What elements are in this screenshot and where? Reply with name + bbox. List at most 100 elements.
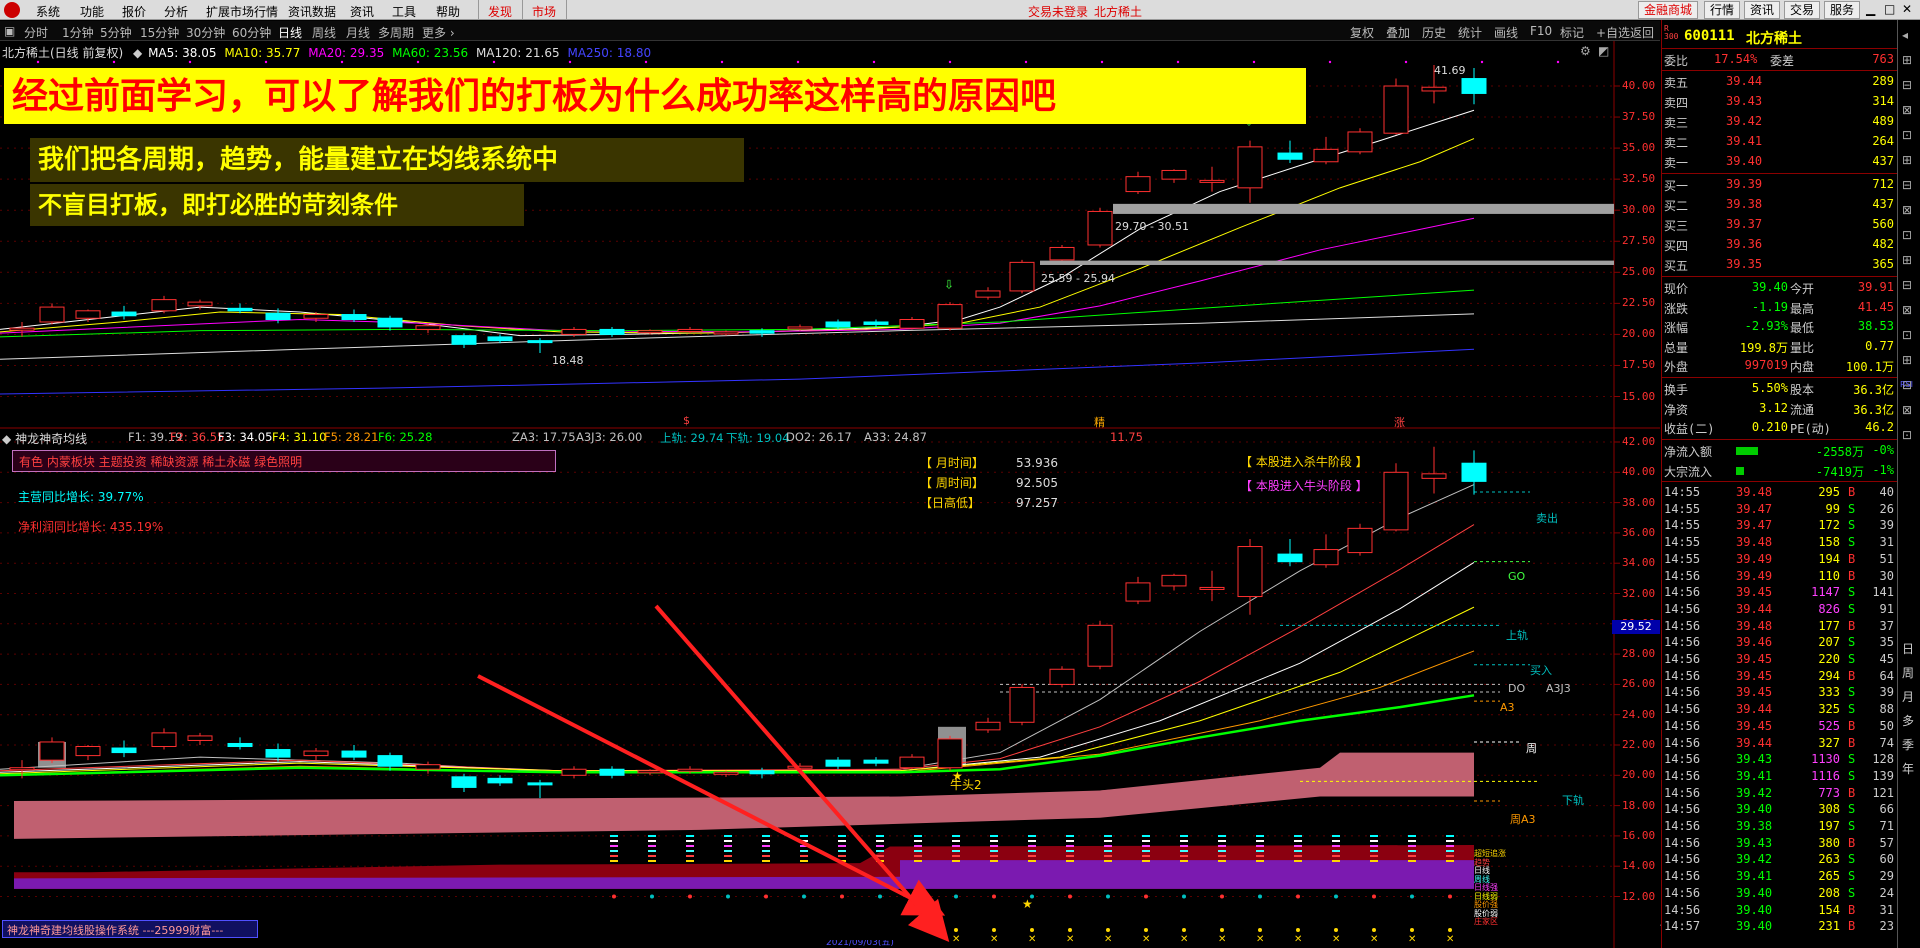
tick-price: 39.47 [1736, 501, 1773, 516]
signal-dot [1258, 928, 1262, 932]
stat-label: 换手 [1664, 383, 1689, 397]
period-30min[interactable]: 30分钟 [186, 24, 225, 41]
sidebar-period-4[interactable]: 季 [1902, 736, 1914, 753]
maximize-icon[interactable]: □ [1884, 2, 1895, 16]
tick-row: 14:55 39.47 172 S 39 [1662, 517, 1898, 534]
chart-settings-icon[interactable]: ⚙ [1580, 44, 1591, 58]
period-1min[interactable]: 1分钟 [62, 24, 94, 41]
menu-extended-market[interactable]: 扩展市场行情 [206, 3, 278, 20]
tick-row: 14:55 39.48 295 B 40 [1662, 484, 1898, 501]
sidebar-tool-icon[interactable]: ⊞ [1902, 53, 1912, 67]
btn-add-watchlist[interactable]: +自选 [1596, 24, 1630, 41]
sidebar-tool-icon[interactable]: ◂ [1902, 28, 1908, 42]
period-multi[interactable]: 多周期 [378, 24, 414, 41]
ma-toggle-icon[interactable]: ◆ [133, 46, 142, 60]
sidebar-tool-icon[interactable]: ⊞ [1902, 153, 1912, 167]
tick-volume: 1130 [1811, 752, 1840, 767]
close-icon[interactable]: ✕ [1902, 2, 1912, 16]
period-60min[interactable]: 60分钟 [232, 24, 271, 41]
btn-mark[interactable]: 标记 [1560, 24, 1584, 41]
sidebar-tool-icon[interactable]: ⊡ [1902, 428, 1912, 442]
sidebar-tool-icon[interactable]: ⊞ [1902, 353, 1912, 367]
tick-volume: 158 [1818, 535, 1840, 550]
period-more[interactable]: 更多 › [422, 24, 455, 41]
tick-time: 14:56 [1664, 601, 1701, 616]
sidebar-tool-icon[interactable]: ⊡ [1902, 128, 1912, 142]
sidebar-period-2[interactable]: 月 [1902, 688, 1914, 705]
signal-dot [1296, 928, 1300, 932]
menu-market[interactable]: 市场 [532, 3, 556, 20]
tick-side: S [1848, 802, 1856, 817]
sidebar-tool-icon[interactable]: ⊡ [1902, 228, 1912, 242]
period-intraday[interactable]: 分时 [24, 24, 48, 41]
stat-value: 199.8万 [1739, 340, 1788, 355]
tab-service[interactable]: 服务 [1824, 1, 1861, 19]
tick-price: 39.48 [1736, 535, 1773, 550]
y-tick-label: 40.00 [1622, 79, 1656, 92]
tick-count: 121 [1872, 785, 1894, 800]
menu-tools[interactable]: 工具 [392, 3, 416, 20]
tick-price: 39.40 [1736, 885, 1773, 900]
main-candle [527, 340, 553, 344]
top-marker-dot [1100, 60, 1104, 64]
menu-info-data[interactable]: 资讯数据 [288, 3, 336, 20]
sidebar-tool-icon[interactable]: ⊠ [1902, 403, 1912, 417]
btn-back[interactable]: 返回 [1630, 24, 1654, 41]
btn-restore-rights[interactable]: 复权 [1350, 24, 1374, 41]
sidebar-tool-icon[interactable]: ⊠ [1902, 103, 1912, 117]
sidebar-tool-icon[interactable]: ⊟ [1902, 278, 1912, 292]
tick-side: S [1848, 585, 1856, 600]
tab-news[interactable]: 资讯 [1744, 1, 1781, 19]
menu-quote[interactable]: 报价 [122, 3, 146, 20]
period-weekly[interactable]: 周线 [312, 24, 336, 41]
stat-value: 46.2 [1865, 420, 1894, 434]
sidebar-period-0[interactable]: 日 [1902, 640, 1914, 657]
sidebar-period-1[interactable]: 周 [1902, 664, 1914, 681]
tick-count: 40 [1879, 485, 1894, 499]
tick-time: 14:56 [1664, 752, 1701, 767]
btn-f10[interactable]: F10 [1530, 24, 1552, 38]
stat-label: 最低 [1790, 321, 1815, 335]
ask-row: 卖五 39.44 289 [1662, 73, 1898, 90]
sidebar-period-5[interactable]: 年 [1902, 760, 1914, 777]
ask-price: 39.41 [1726, 134, 1763, 148]
btn-history[interactable]: 历史 [1422, 24, 1446, 41]
rsi-icon[interactable]: RSI [1900, 380, 1913, 389]
sidebar-tool-icon[interactable]: ⊠ [1902, 203, 1912, 217]
sidebar-period-3[interactable]: 多 [1902, 712, 1914, 729]
sidebar-tool-icon[interactable]: ⊞ [1902, 253, 1912, 267]
period-daily[interactable]: 日线 [278, 24, 302, 41]
indicator-candle [677, 768, 703, 772]
menu-help[interactable]: 帮助 [436, 3, 460, 20]
quote-divider [1662, 70, 1898, 71]
btn-statistics[interactable]: 统计 [1458, 24, 1482, 41]
period-monthly[interactable]: 月线 [346, 24, 370, 41]
ask-level-label: 卖四 [1664, 96, 1689, 110]
menu-analysis[interactable]: 分析 [164, 3, 188, 20]
btn-overlay[interactable]: 叠加 [1386, 24, 1410, 41]
tab-financial-mall[interactable]: 金融商城 [1638, 1, 1699, 19]
indicator-right-label: 周 [1526, 742, 1537, 755]
ask-price: 39.42 [1726, 114, 1763, 128]
indicator-toggle-icon[interactable]: ◆ [2, 432, 11, 446]
panel-toggle-icon[interactable]: ▣ [4, 24, 15, 38]
btn-draw-line[interactable]: 画线 [1494, 24, 1518, 41]
chart-expand-icon[interactable]: ◩ [1598, 44, 1609, 58]
y-tick-label: 32.00 [1622, 586, 1656, 600]
tab-trade[interactable]: 交易 [1784, 1, 1821, 19]
sidebar-tool-icon[interactable]: ⊠ [1902, 303, 1912, 317]
main-candle [9, 327, 35, 331]
tab-market[interactable]: 行情 [1704, 1, 1741, 19]
sidebar-tool-icon[interactable]: ⊟ [1902, 178, 1912, 192]
menu-info[interactable]: 资讯 [350, 3, 374, 20]
menu-function[interactable]: 功能 [80, 3, 104, 20]
period-5min[interactable]: 5分钟 [100, 24, 132, 41]
menu-system[interactable]: 系统 [36, 3, 60, 20]
y-tick-label: 20.00 [1622, 327, 1656, 341]
sidebar-tool-icon[interactable]: ⊟ [1902, 78, 1912, 92]
minimize-icon[interactable]: ▁ [1866, 2, 1875, 16]
tick-price: 39.44 [1736, 735, 1773, 750]
period-15min[interactable]: 15分钟 [140, 24, 179, 41]
menu-discover[interactable]: 发现 [488, 3, 512, 20]
sidebar-tool-icon[interactable]: ⊡ [1902, 328, 1912, 342]
